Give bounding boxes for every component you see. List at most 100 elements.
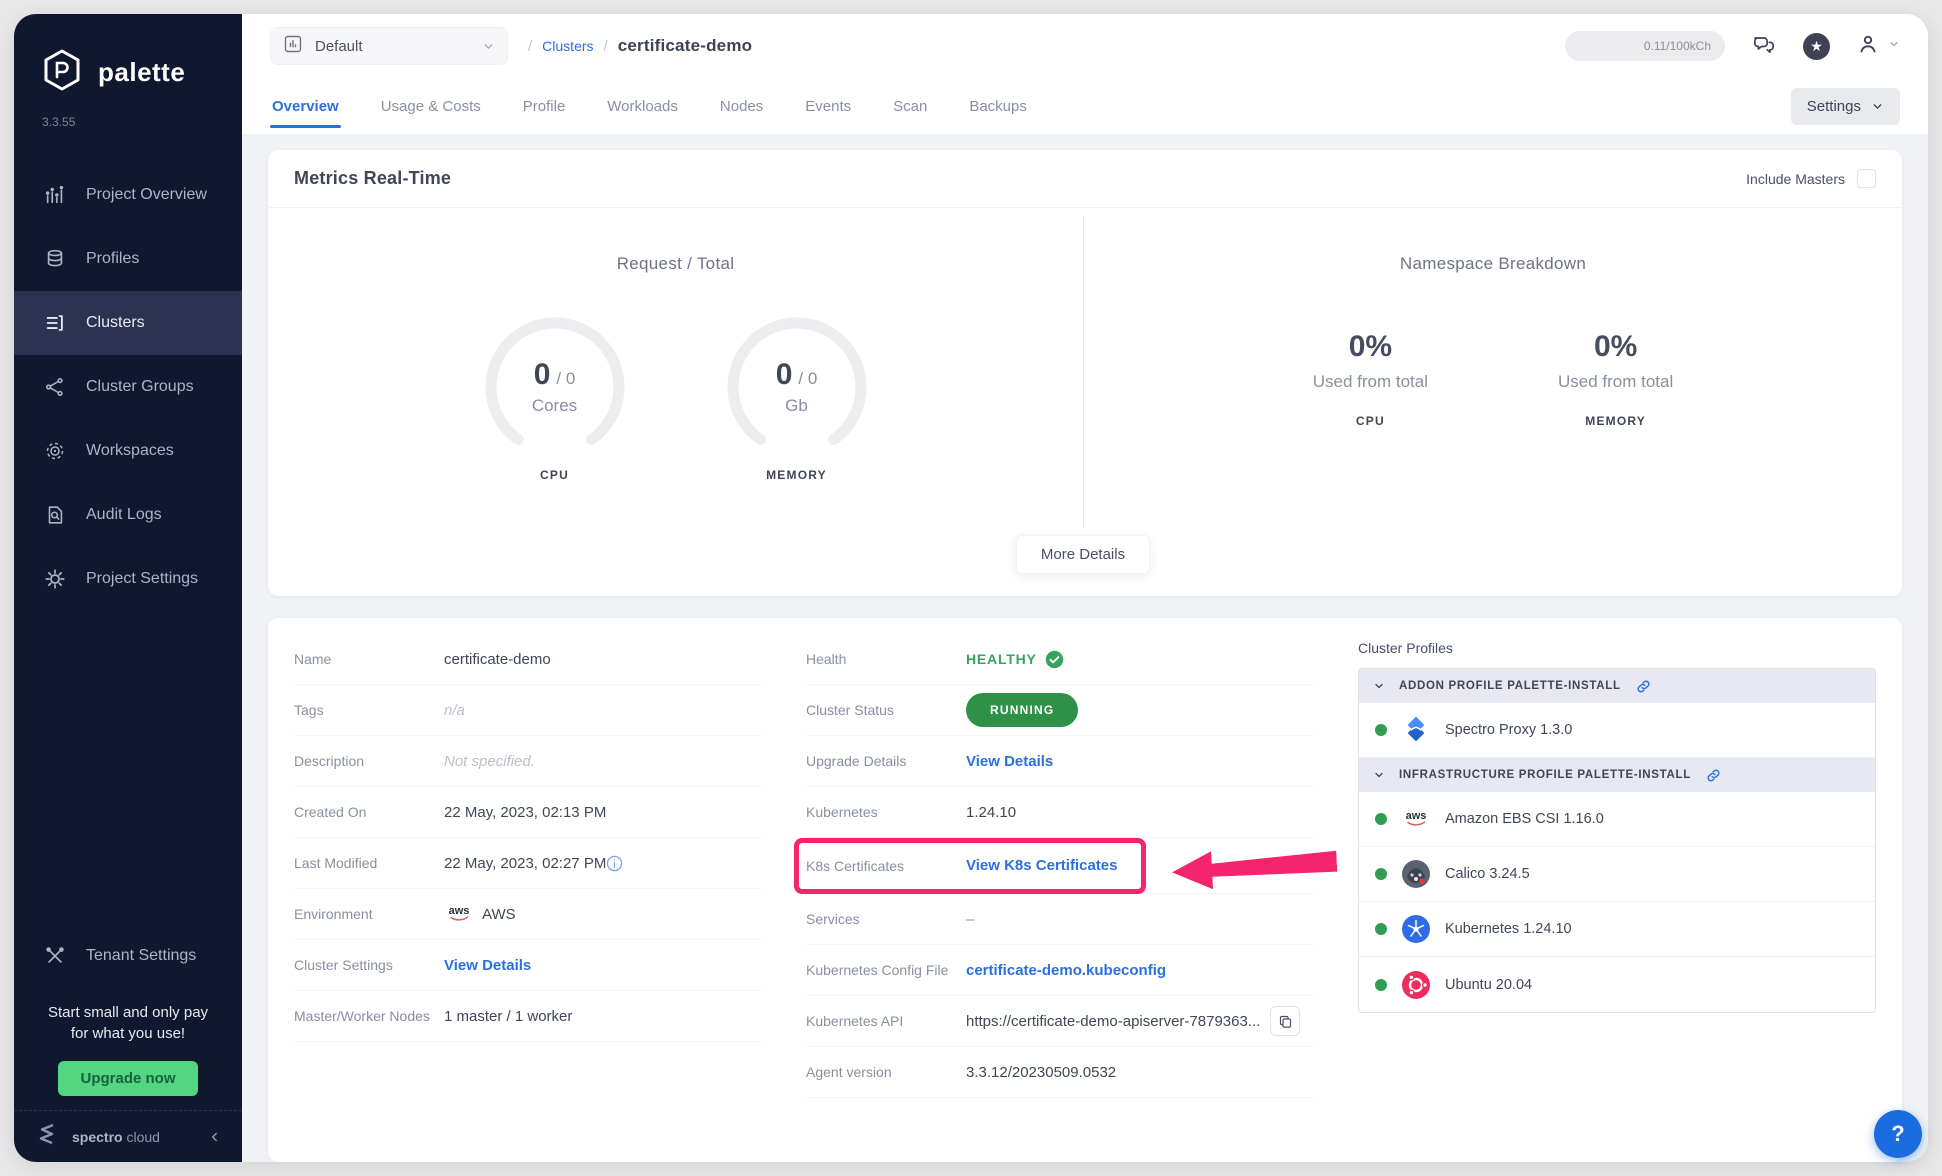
project-icon xyxy=(283,34,303,59)
gauge-unit: Gb xyxy=(785,396,808,416)
tab-scan[interactable]: Scan xyxy=(891,78,929,134)
gauge-values: 0/ 0Cores xyxy=(470,312,640,462)
breadcrumb-current: certificate-demo xyxy=(618,36,753,56)
detail-row-upgrade-details: Upgrade DetailsView Details xyxy=(806,736,1314,787)
star-badge-icon[interactable]: ★ xyxy=(1803,33,1830,60)
tab-backups[interactable]: Backups xyxy=(967,78,1029,134)
profile-section-header[interactable]: ADDON PROFILE PALETTE-INSTALL xyxy=(1359,669,1875,703)
namespace-percent: 0% xyxy=(1594,330,1637,364)
detail-label: Created On xyxy=(294,804,444,820)
profile-section-header[interactable]: INFRASTRUCTURE PROFILE PALETTE-INSTALL xyxy=(1359,758,1875,792)
detail-value: 1 master / 1 worker xyxy=(444,1008,572,1025)
detail-row-agent-version: Agent version3.3.12/20230509.0532 xyxy=(806,1047,1314,1098)
sidebar-item-clusters[interactable]: Clusters xyxy=(14,291,242,355)
detail-label: Description xyxy=(294,753,444,769)
profile-item-spectro-proxy-1-3-0[interactable]: Spectro Proxy 1.3.0 xyxy=(1359,703,1875,758)
status-dot xyxy=(1375,868,1387,880)
detail-row-created-on: Created On22 May, 2023, 02:13 PM xyxy=(294,787,762,838)
sidebar-item-label: Profiles xyxy=(86,250,139,268)
tab-nodes[interactable]: Nodes xyxy=(718,78,765,134)
help-button[interactable]: ? xyxy=(1874,1110,1922,1158)
audit-icon xyxy=(44,504,66,526)
profile-link-icon[interactable] xyxy=(1705,767,1722,784)
tools-icon xyxy=(44,945,66,967)
topbar-actions: 0.11/100kCh ★ xyxy=(1565,31,1900,61)
sidebar-item-tenant-settings[interactable]: Tenant Settings xyxy=(14,924,242,988)
request-total-title: Request / Total xyxy=(617,254,735,274)
gauge-unit: Cores xyxy=(532,396,577,416)
tab-events[interactable]: Events xyxy=(803,78,853,134)
project-selector[interactable]: Default xyxy=(270,27,508,65)
collapse-sidebar-chevron-icon[interactable] xyxy=(208,1130,222,1144)
view-k8s-certificates-link[interactable]: View K8s Certificates xyxy=(966,857,1117,874)
detail-label: Upgrade Details xyxy=(806,753,966,769)
detail-row-services: Services– xyxy=(806,894,1314,945)
detail-value: certificate-demo xyxy=(444,651,551,668)
gauge-value-row: 0/ 0 xyxy=(776,358,818,392)
detail-row-description: DescriptionNot specified. xyxy=(294,736,762,787)
cluster-info-column: Namecertificate-demoTagsn/aDescriptionNo… xyxy=(294,634,762,1146)
certificate-demo-kubeconfig-link[interactable]: certificate-demo.kubeconfig xyxy=(966,962,1166,979)
gauge-values: 0/ 0 Gb xyxy=(712,312,882,462)
sidebar-item-cluster-groups[interactable]: Cluster Groups xyxy=(14,355,242,419)
namespace-title: Namespace Breakdown xyxy=(1400,254,1586,274)
detail-row-kubernetes: Kubernetes1.24.10 xyxy=(806,787,1314,838)
more-details-button[interactable]: More Details xyxy=(1016,535,1150,574)
detail-row-health: HealthHEALTHY xyxy=(806,634,1314,685)
spectro-icon xyxy=(1401,715,1431,745)
detail-row-cluster-status: Cluster StatusRUNNING xyxy=(806,685,1314,736)
svg-text:aws: aws xyxy=(449,905,470,917)
sidebar-item-profiles[interactable]: Profiles xyxy=(14,227,242,291)
copy-button[interactable] xyxy=(1270,1006,1300,1036)
tab-workloads[interactable]: Workloads xyxy=(605,78,680,134)
tab-profile[interactable]: Profile xyxy=(521,78,568,134)
detail-row-k8s-certificates: K8s CertificatesView K8s Certificates xyxy=(806,838,1314,894)
breadcrumb-clusters-link[interactable]: Clusters xyxy=(542,38,593,54)
usage-quota-badge[interactable]: 0.11/100kCh xyxy=(1565,31,1725,61)
view-details-link[interactable]: View Details xyxy=(444,957,531,974)
sidebar-item-audit-logs[interactable]: Audit Logs xyxy=(14,483,242,547)
list-icon xyxy=(44,312,66,334)
user-menu[interactable] xyxy=(1856,32,1900,61)
chevron-down-icon xyxy=(482,40,495,53)
status-dot xyxy=(1375,923,1387,935)
status-dot xyxy=(1375,979,1387,991)
profile-link-icon[interactable] xyxy=(1635,678,1652,695)
promo-line: Start small and only pay xyxy=(28,1002,228,1024)
sidebar-item-project-overview[interactable]: Project Overview xyxy=(14,163,242,227)
sidebar-item-project-settings[interactable]: Project Settings xyxy=(14,547,242,611)
detail-value: n/a xyxy=(444,702,465,719)
settings-button[interactable]: Settings xyxy=(1791,88,1900,125)
sidebar-item-label: Project Overview xyxy=(86,186,207,204)
tab-overview[interactable]: Overview xyxy=(270,78,341,134)
profile-item-kubernetes-1-24-10[interactable]: Kubernetes 1.24.10 xyxy=(1359,902,1875,957)
include-masters-checkbox[interactable] xyxy=(1857,169,1876,188)
status-dot xyxy=(1375,724,1387,736)
sidebar-bottom: Tenant Settings Start small and only pay… xyxy=(14,924,242,1163)
detail-value: 22 May, 2023, 02:13 PM xyxy=(444,804,606,821)
palette-logo-icon xyxy=(40,48,84,97)
detail-row-master-worker-nodes: Master/Worker Nodes1 master / 1 worker xyxy=(294,991,762,1042)
gauge-metric-label: MEMORY xyxy=(766,468,827,482)
profile-item-ubuntu-20-04[interactable]: Ubuntu 20.04 xyxy=(1359,957,1875,1012)
sidebar-item-workspaces[interactable]: Workspaces xyxy=(14,419,242,483)
tab-usage-costs[interactable]: Usage & Costs xyxy=(379,78,483,134)
annotation-arrow-icon xyxy=(1171,842,1338,895)
profile-item-amazon-ebs-csi-1-16-0[interactable]: awsAmazon EBS CSI 1.16.0 xyxy=(1359,792,1875,847)
info-icon[interactable] xyxy=(606,855,623,872)
network-icon xyxy=(44,376,66,398)
upgrade-now-button[interactable]: Upgrade now xyxy=(58,1061,197,1096)
chart-icon xyxy=(44,184,66,206)
breadcrumb: / Clusters / certificate-demo xyxy=(528,36,752,56)
detail-label: Cluster Status xyxy=(806,702,966,718)
brand-footer: spectro cloud xyxy=(14,1110,242,1162)
detail-label: K8s Certificates xyxy=(806,858,966,874)
cluster-profiles-title: Cluster Profiles xyxy=(1358,640,1876,656)
view-details-link[interactable]: View Details xyxy=(966,753,1053,770)
detail-label: Services xyxy=(806,911,966,927)
chevron-down-icon xyxy=(1373,769,1385,781)
profile-item-calico-3-24-5[interactable]: Calico 3.24.5 xyxy=(1359,847,1875,902)
chat-icon[interactable] xyxy=(1751,33,1777,59)
detail-label: Kubernetes Config File xyxy=(806,962,966,978)
detail-row-kubernetes-api: Kubernetes APIhttps://certificate-demo-a… xyxy=(806,996,1314,1047)
